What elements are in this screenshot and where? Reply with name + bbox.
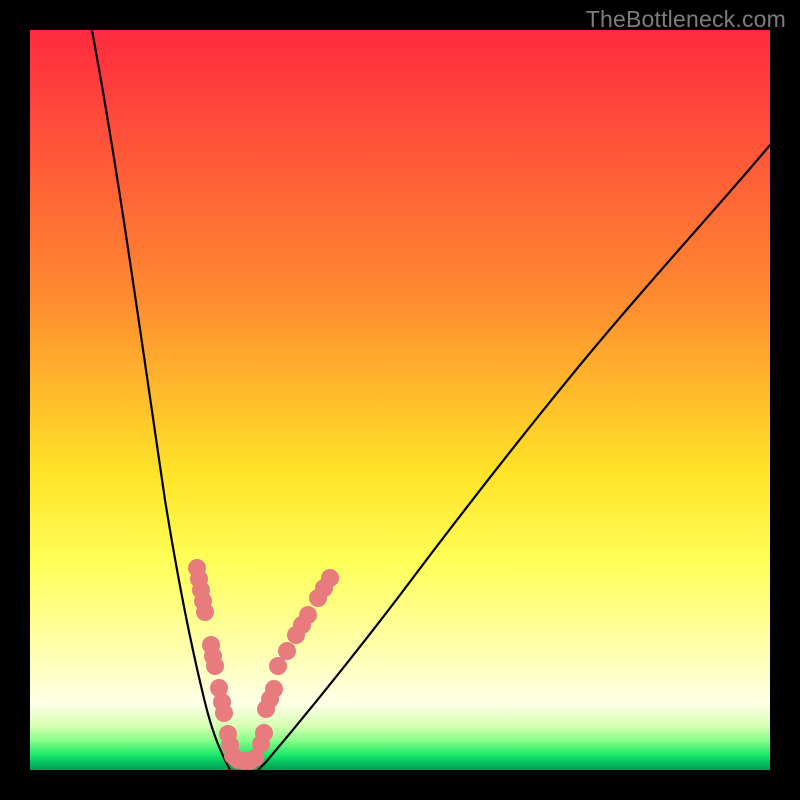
curve-layer	[30, 30, 770, 770]
marker-group	[188, 559, 339, 770]
plot-area	[30, 30, 770, 770]
chart-frame: TheBottleneck.com	[0, 0, 800, 800]
data-marker	[287, 626, 305, 644]
data-marker	[196, 603, 214, 621]
right-curve	[258, 145, 770, 770]
data-marker	[246, 749, 264, 767]
data-marker	[269, 657, 287, 675]
data-marker	[206, 657, 224, 675]
data-marker	[215, 704, 233, 722]
data-marker	[309, 589, 327, 607]
data-marker	[257, 700, 275, 718]
data-marker	[278, 642, 296, 660]
watermark-text: TheBottleneck.com	[586, 6, 786, 33]
